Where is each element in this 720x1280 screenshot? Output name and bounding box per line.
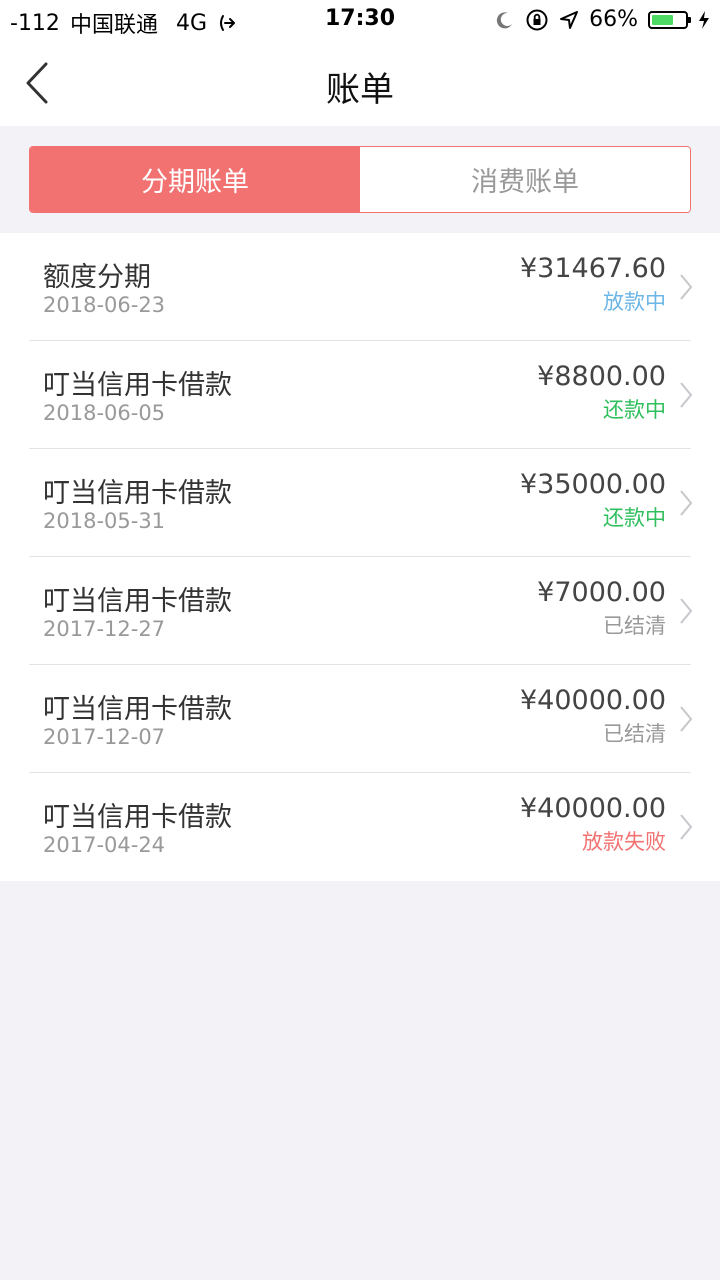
- bill-date: 2018-05-31: [43, 509, 166, 533]
- bill-title: 叮当信用卡借款: [43, 802, 232, 833]
- bill-title: 叮当信用卡借款: [43, 694, 232, 725]
- battery-nub: [688, 16, 691, 23]
- bill-status: 还款中: [603, 506, 666, 530]
- chevron-right-icon: [680, 490, 693, 516]
- bill-status: 已结清: [603, 614, 666, 638]
- chevron-right-icon: [680, 274, 693, 300]
- bill-date: 2017-12-27: [43, 617, 166, 641]
- bill-date: 2017-04-24: [43, 833, 166, 857]
- tab-installment-bills[interactable]: 分期账单: [30, 147, 360, 212]
- nav-bar: 账单: [0, 40, 720, 126]
- page-title: 账单: [326, 70, 394, 110]
- bills-page: -112 中国联通 4G 17:30 66% 账单 分期账单 消费账单 额度分期…: [0, 0, 720, 1280]
- list-item[interactable]: 叮当信用卡借款 2017-04-24 ¥40000.00 放款失败: [0, 773, 720, 881]
- moon-icon: [495, 10, 515, 30]
- bill-amount: ¥40000.00: [519, 793, 666, 824]
- bill-date: 2018-06-23: [43, 293, 166, 317]
- bill-amount: ¥35000.00: [519, 469, 666, 500]
- bill-status: 放款失败: [582, 830, 666, 854]
- bill-title: 叮当信用卡借款: [43, 586, 232, 617]
- chevron-right-icon: [680, 598, 693, 624]
- bill-title: 叮当信用卡借款: [43, 478, 232, 509]
- list-item[interactable]: 叮当信用卡借款 2018-05-31 ¥35000.00 还款中: [0, 449, 720, 557]
- bill-list: 额度分期 2018-06-23 ¥31467.60 放款中 叮当信用卡借款 20…: [0, 233, 720, 881]
- tab-consumption-bills[interactable]: 消费账单: [360, 147, 690, 212]
- bill-status: 放款中: [603, 290, 666, 314]
- orientation-lock-icon: [525, 8, 549, 32]
- bill-date: 2017-12-07: [43, 725, 166, 749]
- list-item[interactable]: 叮当信用卡借款 2017-12-07 ¥40000.00 已结清: [0, 665, 720, 773]
- chevron-right-icon: [680, 706, 693, 732]
- list-item[interactable]: 额度分期 2018-06-23 ¥31467.60 放款中: [0, 233, 720, 341]
- battery-percent: 66%: [589, 7, 638, 32]
- bill-status: 还款中: [603, 398, 666, 422]
- bill-amount: ¥7000.00: [537, 577, 666, 608]
- bill-date: 2018-06-05: [43, 401, 166, 425]
- bill-amount: ¥31467.60: [519, 253, 666, 284]
- chevron-right-icon: [680, 382, 693, 408]
- bill-amount: ¥40000.00: [519, 685, 666, 716]
- status-right: 66%: [495, 7, 710, 32]
- battery-icon: [648, 10, 691, 29]
- bill-status: 已结清: [603, 722, 666, 746]
- list-item[interactable]: 叮当信用卡借款 2017-12-27 ¥7000.00 已结清: [0, 557, 720, 665]
- location-arrow-icon: [559, 10, 579, 30]
- bill-amount: ¥8800.00: [537, 361, 666, 392]
- battery-level: [652, 14, 673, 25]
- list-item[interactable]: 叮当信用卡借款 2018-06-05 ¥8800.00 还款中: [0, 341, 720, 449]
- charging-bolt-icon: [698, 10, 710, 30]
- status-bar: -112 中国联通 4G 17:30 66%: [0, 0, 720, 40]
- bill-title: 叮当信用卡借款: [43, 370, 232, 401]
- bill-title: 额度分期: [43, 262, 151, 293]
- chevron-right-icon: [680, 814, 693, 840]
- bill-type-tabs: 分期账单 消费账单: [29, 146, 691, 213]
